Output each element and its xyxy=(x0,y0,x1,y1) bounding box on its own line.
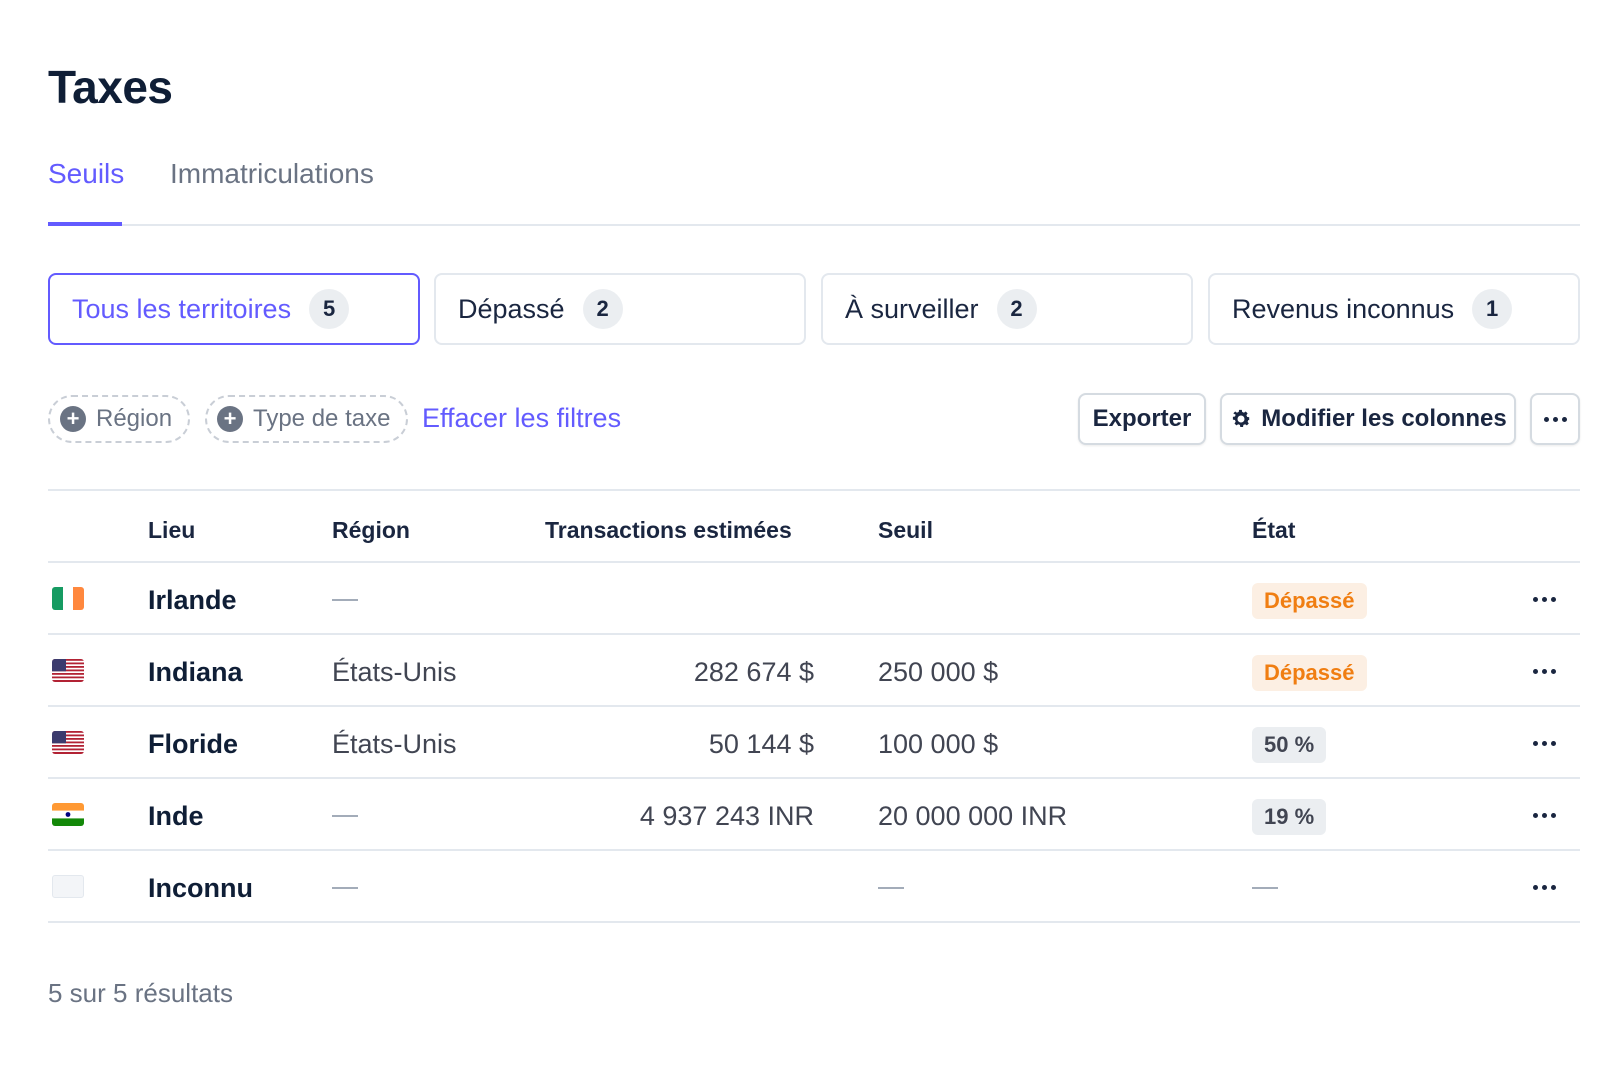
table-header: Lieu Région Transactions estimées Seuil … xyxy=(48,491,1580,563)
filter-card-label: À surveiller xyxy=(845,293,979,324)
tab-immatriculations[interactable]: Immatriculations xyxy=(170,158,374,190)
empty-status-dash xyxy=(1252,887,1278,889)
tax-type-filter-pill[interactable]: + Type de taxe xyxy=(205,395,409,443)
row-actions-button[interactable] xyxy=(1528,731,1560,755)
ellipsis-icon xyxy=(1532,740,1556,746)
more-actions-button[interactable] xyxy=(1530,393,1580,445)
filter-card-label: Revenus inconnus xyxy=(1232,293,1455,324)
ellipsis-icon xyxy=(1543,416,1567,422)
usa-flag-icon xyxy=(52,659,84,682)
place-cell: Floride xyxy=(148,729,239,759)
plus-circle-icon: + xyxy=(60,406,86,432)
table-row[interactable]: Inconnu xyxy=(48,851,1580,923)
table-row[interactable]: Irlande Dépassé xyxy=(48,563,1580,635)
unknown-flag-icon xyxy=(52,875,84,898)
thresholds-table: Lieu Région Transactions estimées Seuil … xyxy=(48,489,1580,923)
transactions-cell: 282 674 $ xyxy=(693,657,814,687)
export-button-label: Exporter xyxy=(1092,405,1192,432)
export-button[interactable]: Exporter xyxy=(1078,393,1206,445)
filter-card-label: Dépassé xyxy=(458,293,565,324)
filter-card-all-territories[interactable]: Tous les territoires 5 xyxy=(48,273,420,345)
transactions-cell: 50 144 $ xyxy=(708,729,814,759)
row-actions-button[interactable] xyxy=(1528,587,1560,611)
ireland-flag-icon xyxy=(52,587,84,610)
active-tab-indicator xyxy=(48,222,122,226)
tax-type-filter-label: Type de taxe xyxy=(253,405,391,432)
region-cell: États-Unis xyxy=(332,729,457,759)
row-actions-button[interactable] xyxy=(1528,875,1560,899)
empty-region-dash xyxy=(332,887,358,889)
threshold-cell: 250 000 $ xyxy=(878,657,999,687)
filter-card-count: 5 xyxy=(309,289,350,329)
empty-region-dash xyxy=(332,815,358,817)
threshold-cell: 20 000 000 INR xyxy=(878,801,1068,831)
column-header-region[interactable]: Région xyxy=(332,517,410,544)
place-cell: Inde xyxy=(148,801,204,831)
place-cell: Irlande xyxy=(148,585,237,615)
column-header-status[interactable]: État xyxy=(1252,517,1295,544)
filter-card-count: 1 xyxy=(1472,289,1513,329)
filter-card-count: 2 xyxy=(582,289,623,329)
row-actions-button[interactable] xyxy=(1528,803,1560,827)
results-count: 5 sur 5 résultats xyxy=(48,978,233,1008)
table-row[interactable]: Floride États-Unis 50 144 $ 100 000 $ 50… xyxy=(48,707,1580,779)
status-badge: 19 % xyxy=(1252,799,1327,835)
status-filter-cards: Tous les territoires 5 Dépassé 2 À surve… xyxy=(48,273,1580,345)
row-actions-button[interactable] xyxy=(1528,659,1560,683)
status-badge: Dépassé xyxy=(1252,583,1367,619)
plus-circle-icon: + xyxy=(217,406,243,432)
table-row[interactable]: Inde 4 937 243 INR 20 000 000 INR 19 % xyxy=(48,779,1580,851)
clear-filters-link[interactable]: Effacer les filtres xyxy=(422,403,621,434)
place-cell: Indiana xyxy=(148,657,243,687)
usa-flag-icon xyxy=(52,731,84,754)
filter-card-label: Tous les territoires xyxy=(72,293,292,324)
transactions-cell: 4 937 243 INR xyxy=(639,801,814,831)
filter-card-unknown-revenue[interactable]: Revenus inconnus 1 xyxy=(1208,273,1580,345)
column-header-place[interactable]: Lieu xyxy=(148,517,195,544)
ellipsis-icon xyxy=(1532,812,1556,818)
empty-threshold-dash xyxy=(878,887,904,889)
ellipsis-icon xyxy=(1532,884,1556,890)
india-flag-icon xyxy=(52,803,84,826)
table-row[interactable]: Indiana États-Unis 282 674 $ 250 000 $ D… xyxy=(48,635,1580,707)
column-header-transactions[interactable]: Transactions estimées xyxy=(545,517,792,544)
edit-columns-label: Modifier les colonnes xyxy=(1261,405,1507,432)
region-filter-pill[interactable]: + Région xyxy=(48,395,191,443)
status-badge: Dépassé xyxy=(1252,655,1367,691)
region-cell: États-Unis xyxy=(332,657,457,687)
threshold-cell: 100 000 $ xyxy=(878,729,999,759)
column-header-threshold[interactable]: Seuil xyxy=(878,517,933,544)
filter-card-exceeded[interactable]: Dépassé 2 xyxy=(434,273,806,345)
filter-card-watch[interactable]: À surveiller 2 xyxy=(821,273,1193,345)
region-filter-label: Région xyxy=(96,405,173,432)
ellipsis-icon xyxy=(1532,596,1556,602)
ellipsis-icon xyxy=(1532,668,1556,674)
empty-region-dash xyxy=(332,599,358,601)
place-cell: Inconnu xyxy=(148,873,253,903)
filter-card-count: 2 xyxy=(996,289,1037,329)
edit-columns-button[interactable]: Modifier les colonnes xyxy=(1220,393,1516,445)
table-toolbar: + Région + Type de taxe Effacer les filt… xyxy=(48,393,1580,445)
page-title: Taxes xyxy=(48,61,173,113)
tab-seuils[interactable]: Seuils xyxy=(48,158,124,190)
tab-bar: Seuils Immatriculations xyxy=(48,150,1580,226)
status-badge: 50 % xyxy=(1252,727,1327,763)
gear-icon xyxy=(1229,407,1253,431)
